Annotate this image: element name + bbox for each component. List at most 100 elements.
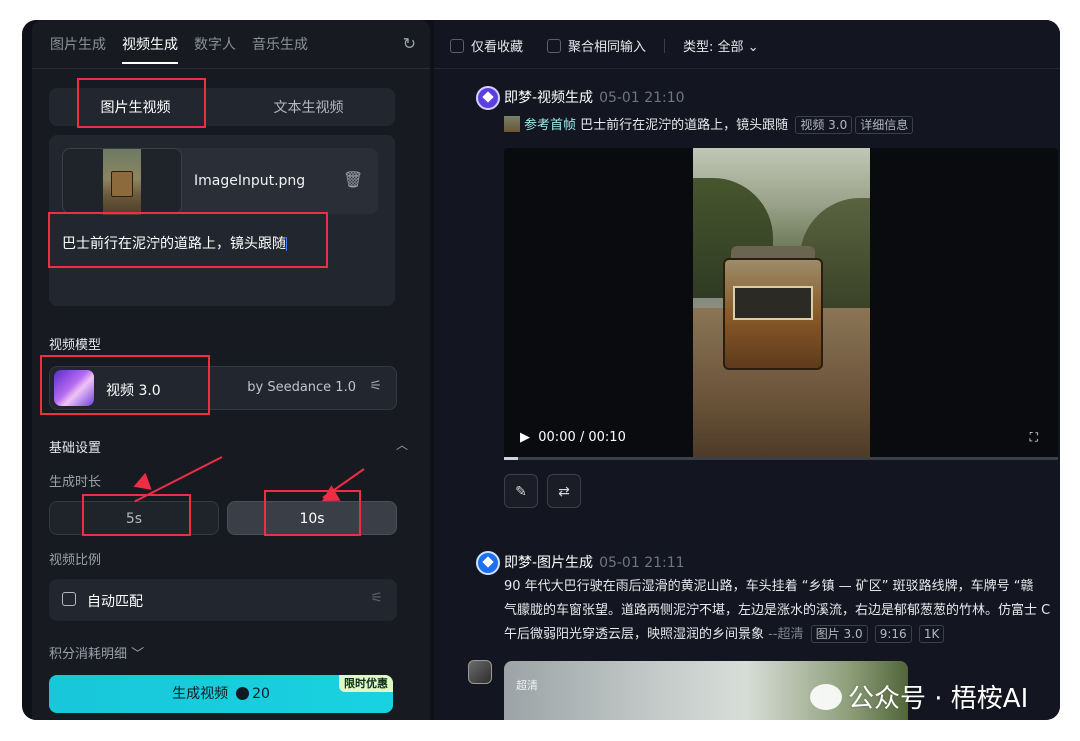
reference-frame-label[interactable]: 参考首帧 [524, 118, 576, 133]
trash-icon[interactable]: 🗑 [343, 170, 363, 189]
result-time: 05-01 21:11 [599, 555, 685, 571]
model-tag: 图片 3.0 [810, 625, 868, 643]
model-section-label: 视频模型 [49, 338, 102, 353]
result-time: 05-01 21:10 [599, 90, 685, 106]
coin-icon [236, 687, 250, 700]
checkbox[interactable] [450, 39, 464, 53]
preview-quality-label: 超清 [516, 679, 538, 692]
filter-bar: 仅看收藏 聚合相同输入 类型: 全部 ⌄ [450, 36, 759, 55]
wechat-icon [810, 684, 842, 710]
chevron-down-icon: ﹀ [131, 647, 145, 662]
video-player[interactable]: ▶ 00:00 / 00:10 ⛶ [504, 148, 1058, 460]
file-name: ImageInput.png [194, 173, 306, 189]
basic-settings-label: 基础设置 [49, 441, 102, 456]
result-description: 90 年代大巴行驶在雨后湿滑的黄泥山路，车头挂着 “乡镇 — 矿区” 斑驳路线牌… [504, 575, 1060, 647]
tab-text-to-video[interactable]: 文本生视频 [222, 97, 395, 117]
fullscreen-icon[interactable]: ⛶ [1030, 430, 1038, 445]
divider [32, 68, 430, 69]
results-panel: 仅看收藏 聚合相同输入 类型: 全部 ⌄ 即梦-视频生成 05-01 21:10 … [434, 20, 1060, 720]
ratio-tag: 9:16 [874, 625, 912, 643]
model-selector[interactable]: 视频 3.0 by Seedance 1.0 ⚟ [49, 366, 397, 410]
app-window: 图片生成 视频生成 数字人 音乐生成 ↻ 图片生视频 文本生视频 ImageIn… [22, 20, 1060, 720]
detail-info-tag[interactable]: 详细信息 [855, 116, 914, 134]
top-tabs: 图片生成 视频生成 数字人 音乐生成 [50, 34, 308, 64]
model-name: 视频 3.0 [106, 383, 161, 399]
result-title: 即梦-视频生成 [504, 90, 594, 106]
tab-digital-human[interactable]: 数字人 [194, 34, 236, 64]
generate-cost: 20 [252, 686, 270, 702]
watermark-text: 公众号 · 梧桉AI [848, 684, 1029, 714]
chevron-down-icon: ⌄ [747, 40, 759, 55]
edit-button[interactable]: ✎ [504, 474, 538, 508]
promo-badge: 限时优惠 [339, 675, 393, 692]
result-header: 即梦-视频生成 05-01 21:10 [504, 87, 685, 107]
regenerate-button[interactable]: ⇄ [547, 474, 581, 508]
model-provider: by Seedance 1.0 [247, 380, 356, 395]
image-set-avatar [468, 660, 492, 684]
player-controls: ▶ 00:00 / 00:10 [520, 430, 626, 445]
pencil-icon: ✎ [515, 484, 527, 500]
refresh-icon[interactable]: ↻ [403, 34, 416, 53]
tab-image-to-video[interactable]: 图片生视频 [49, 97, 222, 117]
duration-10s-button[interactable]: 10s [227, 501, 397, 535]
tab-music-generation[interactable]: 音乐生成 [252, 34, 308, 64]
jimeng-avatar [476, 86, 500, 110]
result-title: 即梦-图片生成 [504, 555, 594, 571]
type-filter-label: 类型: 全部 [683, 40, 744, 55]
sparkle-icon [482, 556, 494, 568]
player-time: 00:00 / 00:10 [538, 430, 626, 445]
description-line: 午后微弱阳光穿透云层，映照湿润的乡间景象 [504, 627, 765, 642]
jimeng-avatar [476, 551, 500, 575]
filter-favorites[interactable]: 仅看收藏 [450, 36, 523, 55]
generate-label: 生成视频 [172, 686, 229, 702]
result-prompt: 巴士前行在泥泞的道路上，镜头跟随 [580, 118, 789, 133]
prompt-text: 巴士前行在泥泞的道路上，镜头跟随 [62, 236, 286, 252]
play-icon[interactable]: ▶ [520, 430, 530, 445]
description-line: 90 年代大巴行驶在雨后湿滑的黄泥山路，车头挂着 “乡镇 — 矿区” 斑驳路线牌… [504, 579, 1034, 594]
sparkle-icon [482, 91, 494, 103]
ratio-selector[interactable]: 自动匹配 ⚟ [49, 579, 397, 621]
bus-image [111, 171, 133, 197]
duration-5s-button[interactable]: 5s [49, 501, 219, 535]
divider [664, 38, 666, 53]
points-label: 积分消耗明细 [49, 647, 128, 662]
model-icon [54, 370, 94, 406]
uploaded-file-card: ImageInput.png 🗑 [62, 148, 378, 215]
video-frame [693, 148, 870, 460]
upload-area[interactable]: ImageInput.png 🗑 巴士前行在泥泞的道路上，镜头跟随 [49, 135, 395, 306]
duration-label: 生成时长 [49, 475, 102, 490]
result-meta: 参考首帧 巴士前行在泥泞的道路上，镜头跟随 视频 3.0 详细信息 [504, 114, 914, 134]
generate-video-button[interactable]: 生成视频 20 限时优惠 [49, 675, 393, 713]
chevron-up-icon[interactable]: ︿ [396, 436, 408, 453]
points-detail-toggle[interactable]: 积分消耗明细 ﹀ [49, 643, 144, 662]
checkbox[interactable] [547, 39, 562, 53]
quality-label: --超清 [768, 627, 804, 642]
tab-image-generation[interactable]: 图片生成 [50, 34, 106, 64]
progress-fill [504, 457, 518, 460]
video-progress-bar[interactable] [504, 457, 1058, 460]
sliders-icon[interactable]: ⚟ [369, 378, 382, 394]
left-panel: 图片生成 视频生成 数字人 音乐生成 ↻ 图片生视频 文本生视频 ImageIn… [32, 20, 430, 720]
prompt-input[interactable]: 巴士前行在泥泞的道路上，镜头跟随 [62, 233, 287, 253]
reference-frame-thumbnail [504, 116, 520, 132]
resolution-tag: 1K [918, 625, 945, 643]
description-line: 气朦胧的车窗张望。道路两侧泥泞不堪，左边是涨水的溪流，右边是郁郁葱葱的竹林。仿富… [504, 603, 1051, 618]
image-thumbnail[interactable] [62, 148, 182, 215]
result-header: 即梦-图片生成 05-01 21:11 [504, 552, 685, 572]
bus-windshield [733, 286, 813, 320]
type-filter-dropdown[interactable]: 类型: 全部 ⌄ [683, 36, 759, 55]
filter-merge-same-input[interactable]: 聚合相同输入 [547, 36, 646, 55]
repeat-icon: ⇄ [558, 484, 570, 500]
mode-switch: 图片生视频 文本生视频 [49, 88, 395, 126]
model-tag: 视频 3.0 [795, 116, 853, 134]
filter-favorites-label: 仅看收藏 [471, 40, 524, 55]
watermark: 公众号 · 梧桉AI [810, 678, 1028, 715]
divider [434, 68, 1060, 69]
text-caret [286, 237, 287, 251]
tab-video-generation[interactable]: 视频生成 [122, 34, 178, 64]
ratio-label: 视频比例 [49, 553, 102, 568]
description-line-with-tags: 午后微弱阳光穿透云层，映照湿润的乡间景象 --超清 图片 3.0 9:16 1K [504, 623, 1060, 647]
aspect-ratio-icon [62, 592, 76, 606]
sliders-icon[interactable]: ⚟ [370, 590, 383, 606]
ratio-value: 自动匹配 [87, 594, 143, 610]
